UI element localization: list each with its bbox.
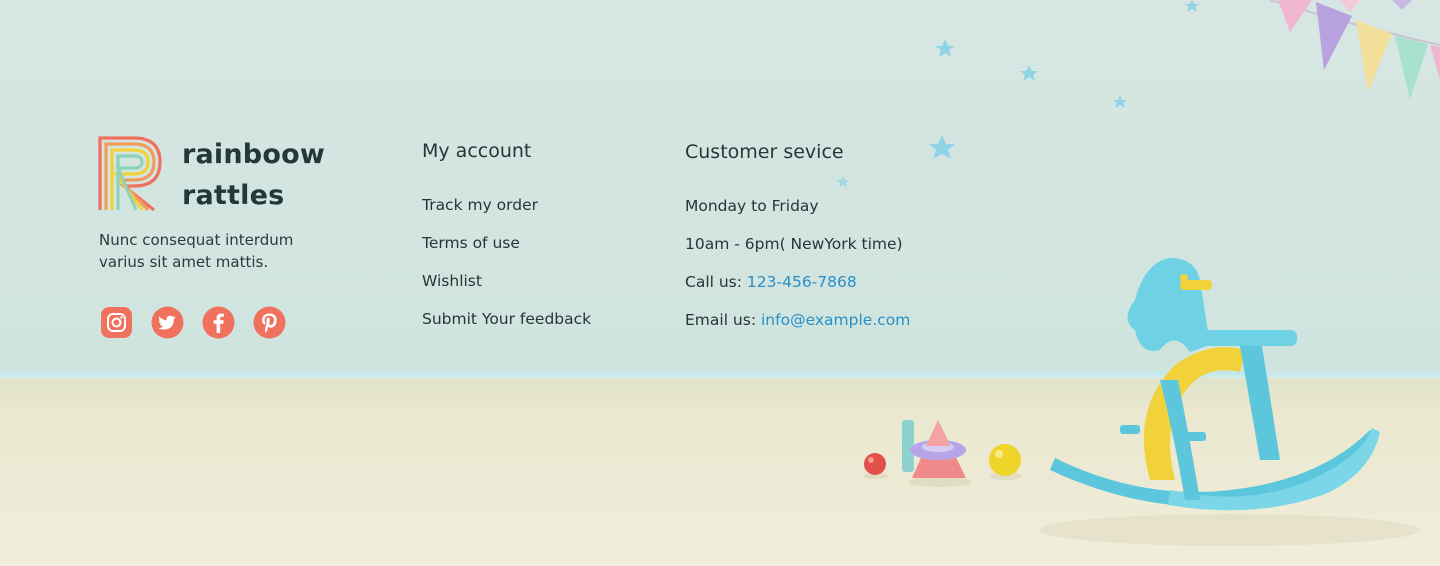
email-us-label: Email us:: [685, 311, 757, 329]
phone-link[interactable]: 123-456-7868: [747, 273, 857, 291]
track-order-link[interactable]: Track my order: [422, 196, 538, 214]
call-us-label: Call us:: [685, 273, 742, 291]
pinterest-icon: [253, 306, 286, 339]
phone-row: Call us: 123-456-7868: [685, 273, 857, 291]
facebook-icon: [202, 306, 235, 339]
rainbow-rattles-logo: [98, 136, 162, 212]
instagram-link[interactable]: [100, 306, 133, 339]
twitter-icon: [151, 306, 184, 339]
tagline-line2: varius sit amet mattis.: [99, 253, 269, 271]
brand-name-line1: rainboow: [182, 139, 325, 170]
customer-service-heading: Customer sevice: [685, 141, 844, 163]
terms-of-use-link[interactable]: Terms of use: [422, 234, 520, 252]
submit-feedback-link[interactable]: Submit Your feedback: [422, 310, 591, 328]
email-link[interactable]: info@example.com: [761, 311, 910, 329]
facebook-link[interactable]: [202, 306, 235, 339]
instagram-icon: [101, 307, 132, 338]
tagline-line1: Nunc consequat interdum: [99, 231, 294, 249]
wishlist-link[interactable]: Wishlist: [422, 272, 482, 290]
service-days: Monday to Friday: [685, 197, 819, 215]
pinterest-link[interactable]: [253, 306, 286, 339]
brand-name-line2: rattles: [182, 180, 285, 211]
twitter-link[interactable]: [151, 306, 184, 339]
brand-name[interactable]: rainboow rattles: [182, 134, 325, 216]
service-hours: 10am - 6pm( NewYork time): [685, 235, 903, 253]
floor-shadow: [0, 378, 1440, 408]
my-account-heading: My account: [422, 140, 532, 162]
brand-tagline: Nunc consequat interdum varius sit amet …: [99, 229, 359, 273]
email-row: Email us: info@example.com: [685, 311, 910, 329]
